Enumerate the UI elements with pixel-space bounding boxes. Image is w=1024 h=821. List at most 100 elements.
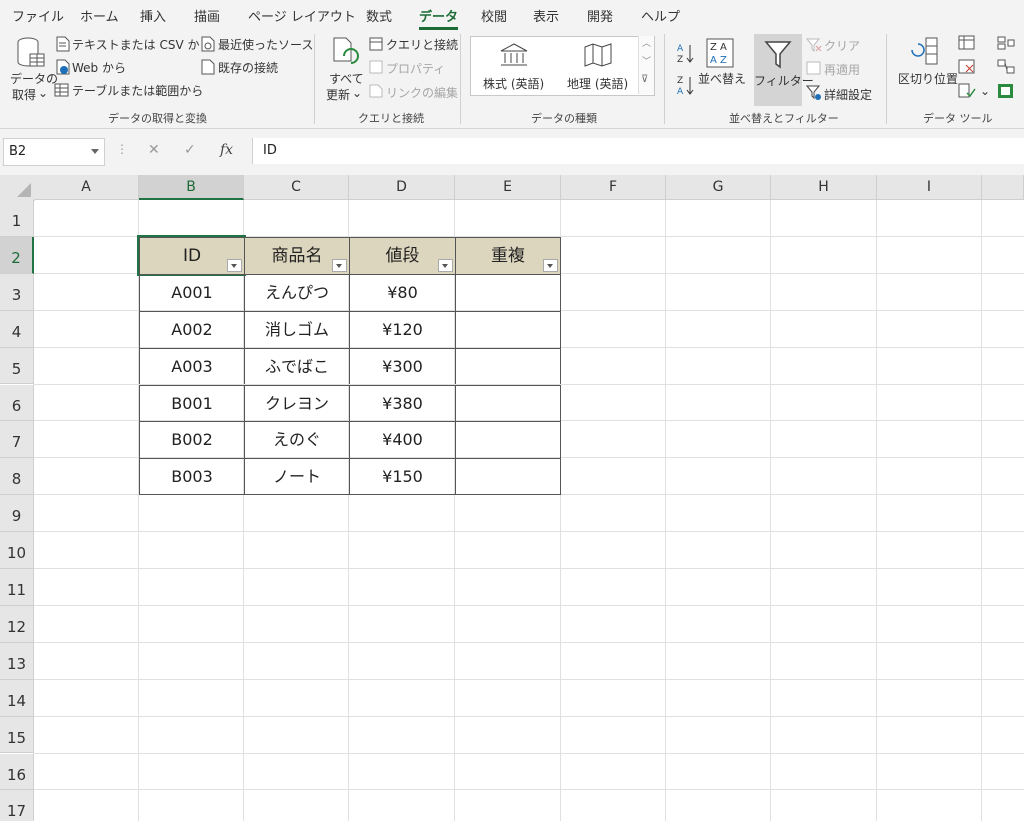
table-cell[interactable]: ノート bbox=[244, 458, 349, 496]
table-cell[interactable] bbox=[455, 347, 561, 385]
table-cell[interactable]: えのぐ bbox=[244, 421, 349, 459]
chevron-down-icon[interactable] bbox=[91, 149, 99, 154]
table-cell[interactable]: ¥80 bbox=[349, 273, 455, 311]
column-header-j[interactable] bbox=[982, 175, 1024, 200]
row-header-4[interactable]: 4 bbox=[0, 310, 34, 348]
row-header-12[interactable]: 12 bbox=[0, 605, 34, 643]
table-cell[interactable]: A001 bbox=[139, 273, 244, 311]
refresh-all-label-1[interactable]: すべて bbox=[329, 70, 364, 87]
table-cell[interactable] bbox=[455, 458, 561, 496]
text-csv-button[interactable]: テキストまたは CSV から bbox=[72, 36, 211, 53]
table-cell[interactable]: 消しゴム bbox=[244, 310, 349, 348]
table-cell[interactable] bbox=[455, 421, 561, 459]
column-header-b[interactable]: B bbox=[139, 175, 244, 200]
table-cell[interactable]: B002 bbox=[139, 421, 244, 459]
row-header-7[interactable]: 7 bbox=[0, 421, 34, 459]
cancel-icon[interactable]: ✕ bbox=[148, 142, 160, 158]
row-header-9[interactable]: 9 bbox=[0, 495, 34, 533]
row-header-13[interactable]: 13 bbox=[0, 642, 34, 680]
text-to-columns-button[interactable]: 区切り位置 bbox=[898, 70, 958, 87]
chevron-down-icon[interactable]: ﹀ bbox=[642, 54, 651, 67]
gallery-more-icon[interactable]: ⊽ bbox=[641, 74, 648, 85]
table-range-button[interactable]: テーブルまたは範囲から bbox=[72, 82, 203, 99]
data-types-gallery[interactable]: 株式 (英語) 地理 (英語) bbox=[470, 36, 655, 96]
table-cell[interactable]: A002 bbox=[139, 310, 244, 348]
column-header-h[interactable]: H bbox=[771, 175, 877, 200]
row-header-5[interactable]: 5 bbox=[0, 347, 34, 385]
clear-button[interactable]: クリア bbox=[824, 37, 860, 54]
table-header-cell[interactable]: 値段 bbox=[349, 236, 455, 274]
table-cell[interactable]: クレヨン bbox=[244, 384, 349, 422]
table-cell[interactable]: B001 bbox=[139, 384, 244, 422]
table-header-cell[interactable]: ID bbox=[137, 234, 246, 276]
column-header-f[interactable]: F bbox=[561, 175, 666, 200]
more-options-icon[interactable]: ⋮ bbox=[116, 142, 128, 156]
get-data-button[interactable]: 取得 bbox=[12, 86, 36, 103]
tab-review[interactable]: 校閲 bbox=[481, 6, 507, 25]
geography-button[interactable]: 地理 (英語) bbox=[567, 75, 628, 92]
row-header-8[interactable]: 8 bbox=[0, 458, 34, 496]
table-cell[interactable]: ふでばこ bbox=[244, 347, 349, 385]
advanced-button[interactable]: 詳細設定 bbox=[824, 86, 872, 103]
column-header-a[interactable]: A bbox=[34, 175, 139, 200]
table-cell[interactable]: えんぴつ bbox=[244, 273, 349, 311]
queries-connections-button[interactable]: クエリと接続 bbox=[386, 36, 458, 53]
chevron-up-icon[interactable]: ︿ bbox=[642, 36, 651, 49]
gallery-scroll[interactable]: ︿ ﹀ ⊽ bbox=[638, 36, 654, 94]
reapply-button[interactable]: 再適用 bbox=[824, 61, 860, 78]
column-header-g[interactable]: G bbox=[666, 175, 771, 200]
table-cell[interactable]: ¥380 bbox=[349, 384, 455, 422]
row-header-14[interactable]: 14 bbox=[0, 679, 34, 717]
column-header-c[interactable]: C bbox=[244, 175, 349, 200]
tab-formulas[interactable]: 数式 bbox=[366, 6, 392, 25]
tab-developer[interactable]: 開発 bbox=[587, 6, 613, 25]
row-header-2[interactable]: 2 bbox=[0, 236, 34, 274]
row-header-6[interactable]: 6 bbox=[0, 384, 34, 422]
table-header-cell[interactable]: 商品名 bbox=[244, 236, 349, 274]
row-header-15[interactable]: 15 bbox=[0, 716, 34, 754]
filter-dropdown-icon[interactable] bbox=[543, 258, 558, 272]
sort-button[interactable]: 並べ替え bbox=[698, 70, 746, 87]
row-header-16[interactable]: 16 bbox=[0, 753, 34, 791]
row-header-10[interactable]: 10 bbox=[0, 532, 34, 569]
row-header-11[interactable]: 11 bbox=[0, 569, 34, 606]
tab-file[interactable]: ファイル bbox=[12, 6, 64, 25]
filter-dropdown-icon[interactable] bbox=[438, 258, 453, 272]
filter-dropdown-icon[interactable] bbox=[227, 258, 242, 272]
filter-button[interactable]: フィルター bbox=[754, 34, 814, 106]
column-header-e[interactable]: E bbox=[455, 175, 561, 200]
row-header-17[interactable]: 17 bbox=[0, 790, 34, 821]
tab-home[interactable]: ホーム bbox=[80, 6, 119, 25]
row-header-3[interactable]: 3 bbox=[0, 273, 34, 311]
formula-input[interactable]: ID bbox=[252, 138, 1024, 164]
table-cell[interactable]: ¥150 bbox=[349, 458, 455, 496]
name-box[interactable]: B2 bbox=[3, 138, 105, 166]
tab-data[interactable]: データ bbox=[419, 6, 459, 30]
select-all-button[interactable] bbox=[0, 175, 35, 201]
table-cell[interactable]: ¥400 bbox=[349, 421, 455, 459]
stocks-button[interactable]: 株式 (英語) bbox=[483, 75, 544, 92]
existing-connections-button[interactable]: 既存の接続 bbox=[218, 59, 278, 76]
get-data-label-1[interactable]: データの bbox=[10, 70, 58, 87]
insert-function-icon[interactable]: fx bbox=[220, 142, 233, 158]
properties-button[interactable]: プロパティ bbox=[386, 60, 445, 77]
table-cell[interactable]: B003 bbox=[139, 458, 244, 496]
table-cell[interactable] bbox=[455, 273, 561, 311]
table-cell[interactable]: ¥120 bbox=[349, 310, 455, 348]
worksheet-grid[interactable]: A B C D E F G H I 1 2 3 4 5 6 7 8 9 10 11 12 13 14 15 16 17 ID 商品名値… bbox=[0, 175, 1024, 821]
table-cell[interactable] bbox=[455, 310, 561, 348]
tab-insert[interactable]: 挿入 bbox=[140, 6, 166, 25]
web-button[interactable]: Web から bbox=[72, 59, 126, 76]
table-cell[interactable] bbox=[455, 384, 561, 422]
chevron-down-icon[interactable]: ⌄ bbox=[980, 84, 990, 98]
table-header-cell[interactable]: 重複 bbox=[455, 236, 561, 274]
table-cell[interactable]: ¥300 bbox=[349, 347, 455, 385]
tab-draw[interactable]: 描画 bbox=[194, 6, 220, 25]
table-cell[interactable]: A003 bbox=[139, 347, 244, 385]
edit-links-button[interactable]: リンクの編集 bbox=[386, 84, 458, 101]
tab-view[interactable]: 表示 bbox=[533, 6, 559, 25]
refresh-all-button[interactable]: 更新 bbox=[326, 86, 350, 103]
column-header-i[interactable]: I bbox=[877, 175, 982, 200]
recent-sources-button[interactable]: 最近使ったソース bbox=[218, 36, 313, 53]
filter-dropdown-icon[interactable] bbox=[332, 258, 347, 272]
